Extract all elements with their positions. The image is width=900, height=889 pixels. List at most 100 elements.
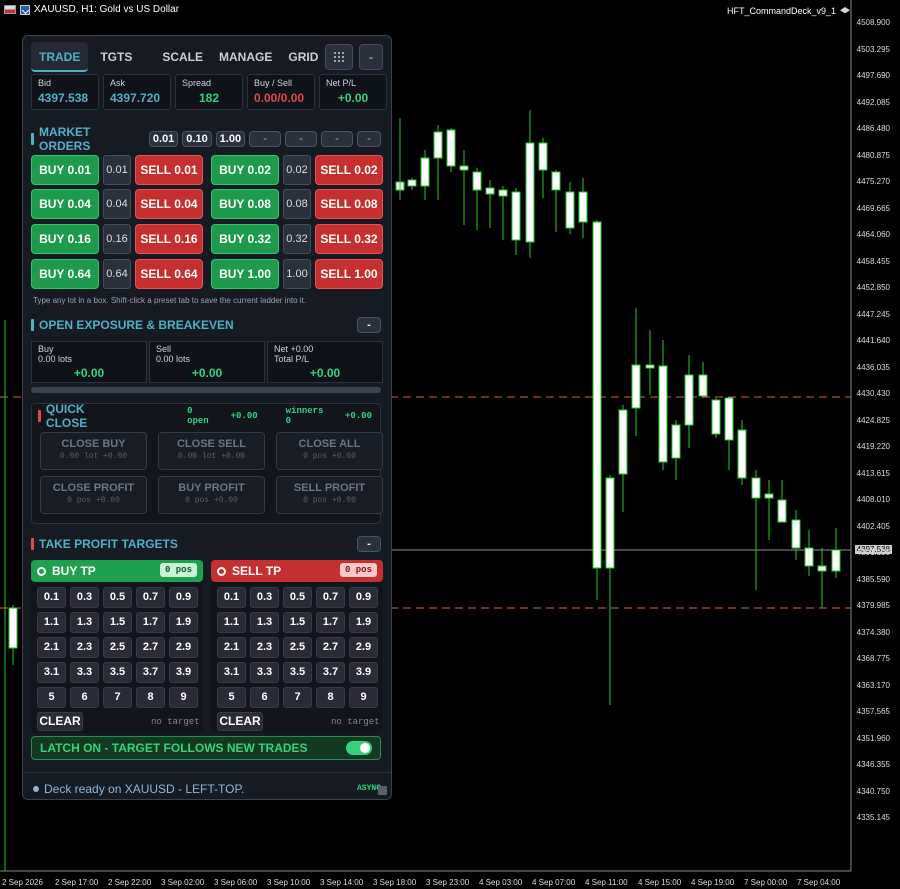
sell-tp-option[interactable]: 3.9	[349, 662, 378, 683]
sell-tp-option[interactable]: 2.7	[316, 637, 345, 658]
buy-tp-option[interactable]: 3.7	[136, 662, 165, 683]
sell-button[interactable]: SELL 0.02	[315, 155, 383, 185]
grid-menu-button[interactable]	[325, 44, 353, 70]
sell-tp-option[interactable]: 1.7	[316, 612, 345, 633]
sell-tp-option[interactable]: 0.9	[349, 587, 378, 608]
buy-tp-option[interactable]: 3.1	[37, 662, 66, 683]
lot-input[interactable]: 1.00	[283, 259, 311, 289]
buy-tp-option[interactable]: 0.7	[136, 587, 165, 608]
lot-input[interactable]: 0.32	[283, 224, 311, 254]
buy-button[interactable]: BUY 0.16	[31, 224, 99, 254]
sell-tp-option[interactable]: 0.1	[217, 587, 246, 608]
panel-scrollbar[interactable]	[31, 387, 381, 393]
buy-tp-option[interactable]: 2.7	[136, 637, 165, 658]
tab-trade[interactable]: TRADE	[31, 42, 89, 72]
buy-tp-option[interactable]: 1.7	[136, 612, 165, 633]
preset-tab[interactable]: 1.00	[215, 131, 246, 147]
sell-tp-option[interactable]: 9	[349, 687, 378, 708]
sell-button[interactable]: SELL 0.64	[135, 259, 203, 289]
close-profit-button[interactable]: CLOSE PROFIT 0 pos +0.00	[40, 476, 147, 514]
lot-input[interactable]: 0.01	[103, 155, 131, 185]
sell-profit-button[interactable]: SELL PROFIT 0 pos +0.00	[276, 476, 383, 514]
buy-tp-option[interactable]: 2.1	[37, 637, 66, 658]
buy-tp-option[interactable]: 3.5	[103, 662, 132, 683]
sell-tp-option[interactable]: 2.1	[217, 637, 246, 658]
sell-tp-option[interactable]: 6	[250, 687, 279, 708]
sell-tp-option[interactable]: 2.5	[283, 637, 312, 658]
buy-tp-option[interactable]: 9	[169, 687, 198, 708]
sell-tp-option[interactable]: 3.5	[283, 662, 312, 683]
lot-input[interactable]: 0.02	[283, 155, 311, 185]
sell-button[interactable]: SELL 0.32	[315, 224, 383, 254]
lot-input[interactable]: 0.64	[103, 259, 131, 289]
sell-tp-option[interactable]: 1.3	[250, 612, 279, 633]
close-all-button[interactable]: CLOSE ALL 0 pos +0.00	[276, 432, 383, 470]
preset-tab[interactable]: -	[356, 131, 381, 147]
latch-toggle-bar[interactable]: LATCH ON - TARGET FOLLOWS NEW TRADES	[31, 736, 381, 760]
sell-button[interactable]: SELL 0.16	[135, 224, 203, 254]
sell-tp-option[interactable]: 0.7	[316, 587, 345, 608]
sell-button[interactable]: SELL 0.04	[135, 189, 203, 219]
close-buy-button[interactable]: CLOSE BUY 0.00 lot +0.00	[40, 432, 147, 470]
tab-scale[interactable]: SCALE	[154, 42, 211, 72]
lot-input[interactable]: 0.08	[283, 189, 311, 219]
sell-tp-option[interactable]: 0.3	[250, 587, 279, 608]
exposure-collapse-button[interactable]: -	[357, 317, 381, 333]
buy-button[interactable]: BUY 0.08	[211, 189, 279, 219]
buy-button[interactable]: BUY 0.32	[211, 224, 279, 254]
sell-tp-option[interactable]: 2.9	[349, 637, 378, 658]
ea-label[interactable]: HFT_CommandDeck_v9_1	[727, 6, 850, 16]
buy-button[interactable]: BUY 1.00	[211, 259, 279, 289]
preset-tab[interactable]: -	[249, 131, 282, 147]
buy-tp-option[interactable]: 3.3	[70, 662, 99, 683]
buy-button[interactable]: BUY 0.01	[31, 155, 99, 185]
buy-tp-option[interactable]: 2.5	[103, 637, 132, 658]
buy-tp-option[interactable]: 2.3	[70, 637, 99, 658]
sell-button[interactable]: SELL 1.00	[315, 259, 383, 289]
tab-grid[interactable]: GRID	[280, 42, 326, 72]
preset-tab[interactable]: -	[321, 131, 353, 147]
buy-tp-option[interactable]: 1.1	[37, 612, 66, 633]
sell-tp-option[interactable]: 7	[283, 687, 312, 708]
sell-tp-option[interactable]: 1.1	[217, 612, 246, 633]
buy-tp-clear-button[interactable]: CLEAR	[37, 712, 83, 731]
sell-tp-option[interactable]: 2.3	[250, 637, 279, 658]
buy-button[interactable]: BUY 0.64	[31, 259, 99, 289]
preset-tab[interactable]: 0.01	[148, 131, 179, 147]
buy-tp-option[interactable]: 6	[70, 687, 99, 708]
sell-tp-option[interactable]: 3.3	[250, 662, 279, 683]
resize-grip-icon[interactable]	[378, 786, 387, 795]
sell-tp-option[interactable]: 1.9	[349, 612, 378, 633]
buy-profit-button[interactable]: BUY PROFIT 0 pos +0.00	[158, 476, 265, 514]
buy-tp-option[interactable]: 3.9	[169, 662, 198, 683]
buy-tp-option[interactable]: 0.5	[103, 587, 132, 608]
sell-tp-option[interactable]: 8	[316, 687, 345, 708]
sell-tp-clear-button[interactable]: CLEAR	[217, 712, 263, 731]
buy-tp-option[interactable]: 1.5	[103, 612, 132, 633]
buy-button[interactable]: BUY 0.04	[31, 189, 99, 219]
latch-toggle[interactable]	[346, 741, 372, 755]
buy-tp-option[interactable]: 0.9	[169, 587, 198, 608]
lot-input[interactable]: 0.16	[103, 224, 131, 254]
take-profit-collapse-button[interactable]: -	[357, 536, 381, 552]
buy-tp-option[interactable]: 1.9	[169, 612, 198, 633]
sell-tp-option[interactable]: 1.5	[283, 612, 312, 633]
sell-tp-header[interactable]: SELL TP 0 pos	[211, 560, 383, 582]
tab-manage[interactable]: MANAGE	[211, 42, 280, 72]
buy-tp-option[interactable]: 0.1	[37, 587, 66, 608]
preset-tab[interactable]: -	[285, 131, 317, 147]
sell-button[interactable]: SELL 0.01	[135, 155, 203, 185]
buy-tp-option[interactable]: 2.9	[169, 637, 198, 658]
buy-button[interactable]: BUY 0.02	[211, 155, 279, 185]
buy-tp-header[interactable]: BUY TP 0 pos	[31, 560, 203, 582]
lot-input[interactable]: 0.04	[103, 189, 131, 219]
buy-tp-option[interactable]: 8	[136, 687, 165, 708]
buy-tp-option[interactable]: 0.3	[70, 587, 99, 608]
preset-tab[interactable]: 0.10	[182, 131, 212, 147]
sell-tp-option[interactable]: 0.5	[283, 587, 312, 608]
tab-tgts[interactable]: TGTS	[92, 42, 140, 72]
close-sell-button[interactable]: CLOSE SELL 0.00 lot +0.00	[158, 432, 265, 470]
buy-tp-option[interactable]: 1.3	[70, 612, 99, 633]
minimize-button[interactable]: -	[359, 44, 383, 70]
sell-button[interactable]: SELL 0.08	[315, 189, 383, 219]
